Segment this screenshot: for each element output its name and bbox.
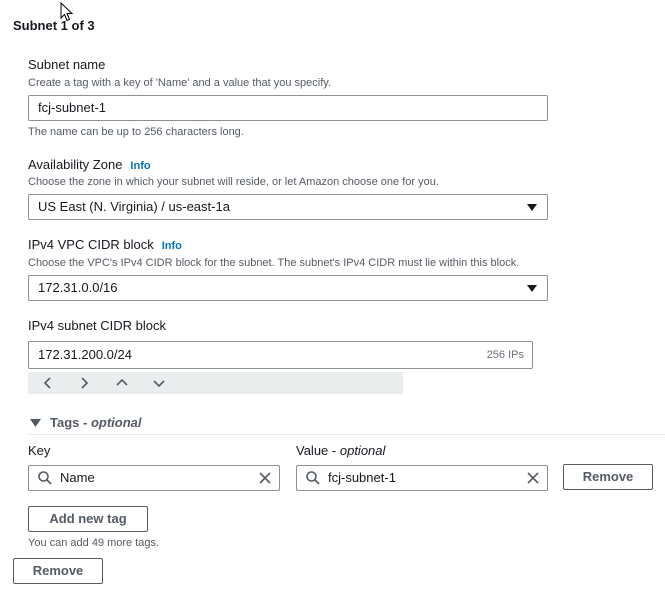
tag-value-input[interactable]: fcj-subnet-1 bbox=[296, 465, 548, 491]
tag-key-value: Name bbox=[60, 470, 95, 485]
caret-down-icon bbox=[527, 204, 537, 211]
availability-zone-label-text: Availability Zone bbox=[28, 157, 123, 172]
subnet-name-hint: The name can be up to 256 characters lon… bbox=[28, 126, 244, 138]
vpc-cidr-label-text: IPv4 VPC CIDR block bbox=[28, 237, 154, 252]
tags-title-suffix: optional bbox=[90, 415, 142, 430]
remove-tag-button[interactable]: Remove bbox=[563, 464, 653, 490]
search-icon bbox=[38, 471, 52, 485]
chevron-down-icon[interactable] bbox=[150, 374, 168, 392]
subnet-section-title: Subnet 1 of 3 bbox=[13, 18, 95, 33]
availability-zone-info-link[interactable]: Info bbox=[130, 160, 150, 172]
vpc-cidr-description: Choose the VPC's IPv4 CIDR block for the… bbox=[28, 257, 520, 269]
vpc-cidr-selected: 172.31.0.0/16 bbox=[38, 280, 118, 295]
cidr-stepper bbox=[28, 372, 403, 394]
tag-key-label: Key bbox=[28, 443, 51, 458]
vpc-cidr-label: IPv4 VPC CIDR block Info bbox=[28, 237, 182, 252]
subnet-cidr-input[interactable]: 172.31.200.0/24 256 IPs bbox=[28, 341, 533, 369]
tag-key-input[interactable]: Name bbox=[28, 465, 280, 491]
subnet-name-value: fcj-subnet-1 bbox=[38, 100, 106, 115]
chevron-up-icon[interactable] bbox=[113, 374, 131, 392]
tags-divider bbox=[28, 434, 665, 435]
caret-down-icon bbox=[527, 285, 537, 292]
tag-value-label-suffix: optional bbox=[339, 443, 386, 458]
subnet-name-label: Subnet name bbox=[28, 57, 106, 72]
subnet-cidr-value: 172.31.200.0/24 bbox=[38, 347, 132, 362]
availability-zone-label: Availability Zone Info bbox=[28, 157, 151, 172]
search-icon bbox=[306, 471, 320, 485]
tag-limit-text: You can add 49 more tags. bbox=[28, 537, 160, 549]
subnet-name-input[interactable]: fcj-subnet-1 bbox=[28, 95, 548, 121]
close-icon[interactable] bbox=[257, 470, 273, 486]
remove-subnet-button[interactable]: Remove bbox=[13, 558, 103, 584]
tag-value-label: Value - optional bbox=[296, 443, 386, 458]
tags-expander[interactable]: Tags - optional bbox=[30, 415, 142, 430]
add-new-tag-button[interactable]: Add new tag bbox=[28, 506, 148, 532]
chevron-right-icon[interactable] bbox=[75, 374, 93, 392]
subnet-name-description: Create a tag with a key of 'Name' and a … bbox=[28, 77, 331, 89]
tag-value-label-text: Value bbox=[296, 443, 329, 458]
availability-zone-selected: US East (N. Virginia) / us-east-1a bbox=[38, 199, 230, 214]
caret-down-icon bbox=[30, 419, 41, 427]
vpc-cidr-select[interactable]: 172.31.0.0/16 bbox=[28, 275, 548, 301]
availability-zone-select[interactable]: US East (N. Virginia) / us-east-1a bbox=[28, 194, 548, 220]
vpc-cidr-info-link[interactable]: Info bbox=[162, 240, 182, 252]
tag-value-value: fcj-subnet-1 bbox=[328, 470, 396, 485]
subnet-cidr-label: IPv4 subnet CIDR block bbox=[28, 318, 167, 333]
chevron-left-icon[interactable] bbox=[39, 374, 57, 392]
ip-count: 256 IPs bbox=[486, 349, 524, 361]
availability-zone-description: Choose the zone in which your subnet wil… bbox=[28, 176, 439, 188]
close-icon[interactable] bbox=[525, 470, 541, 486]
tags-title: Tags bbox=[50, 415, 80, 430]
